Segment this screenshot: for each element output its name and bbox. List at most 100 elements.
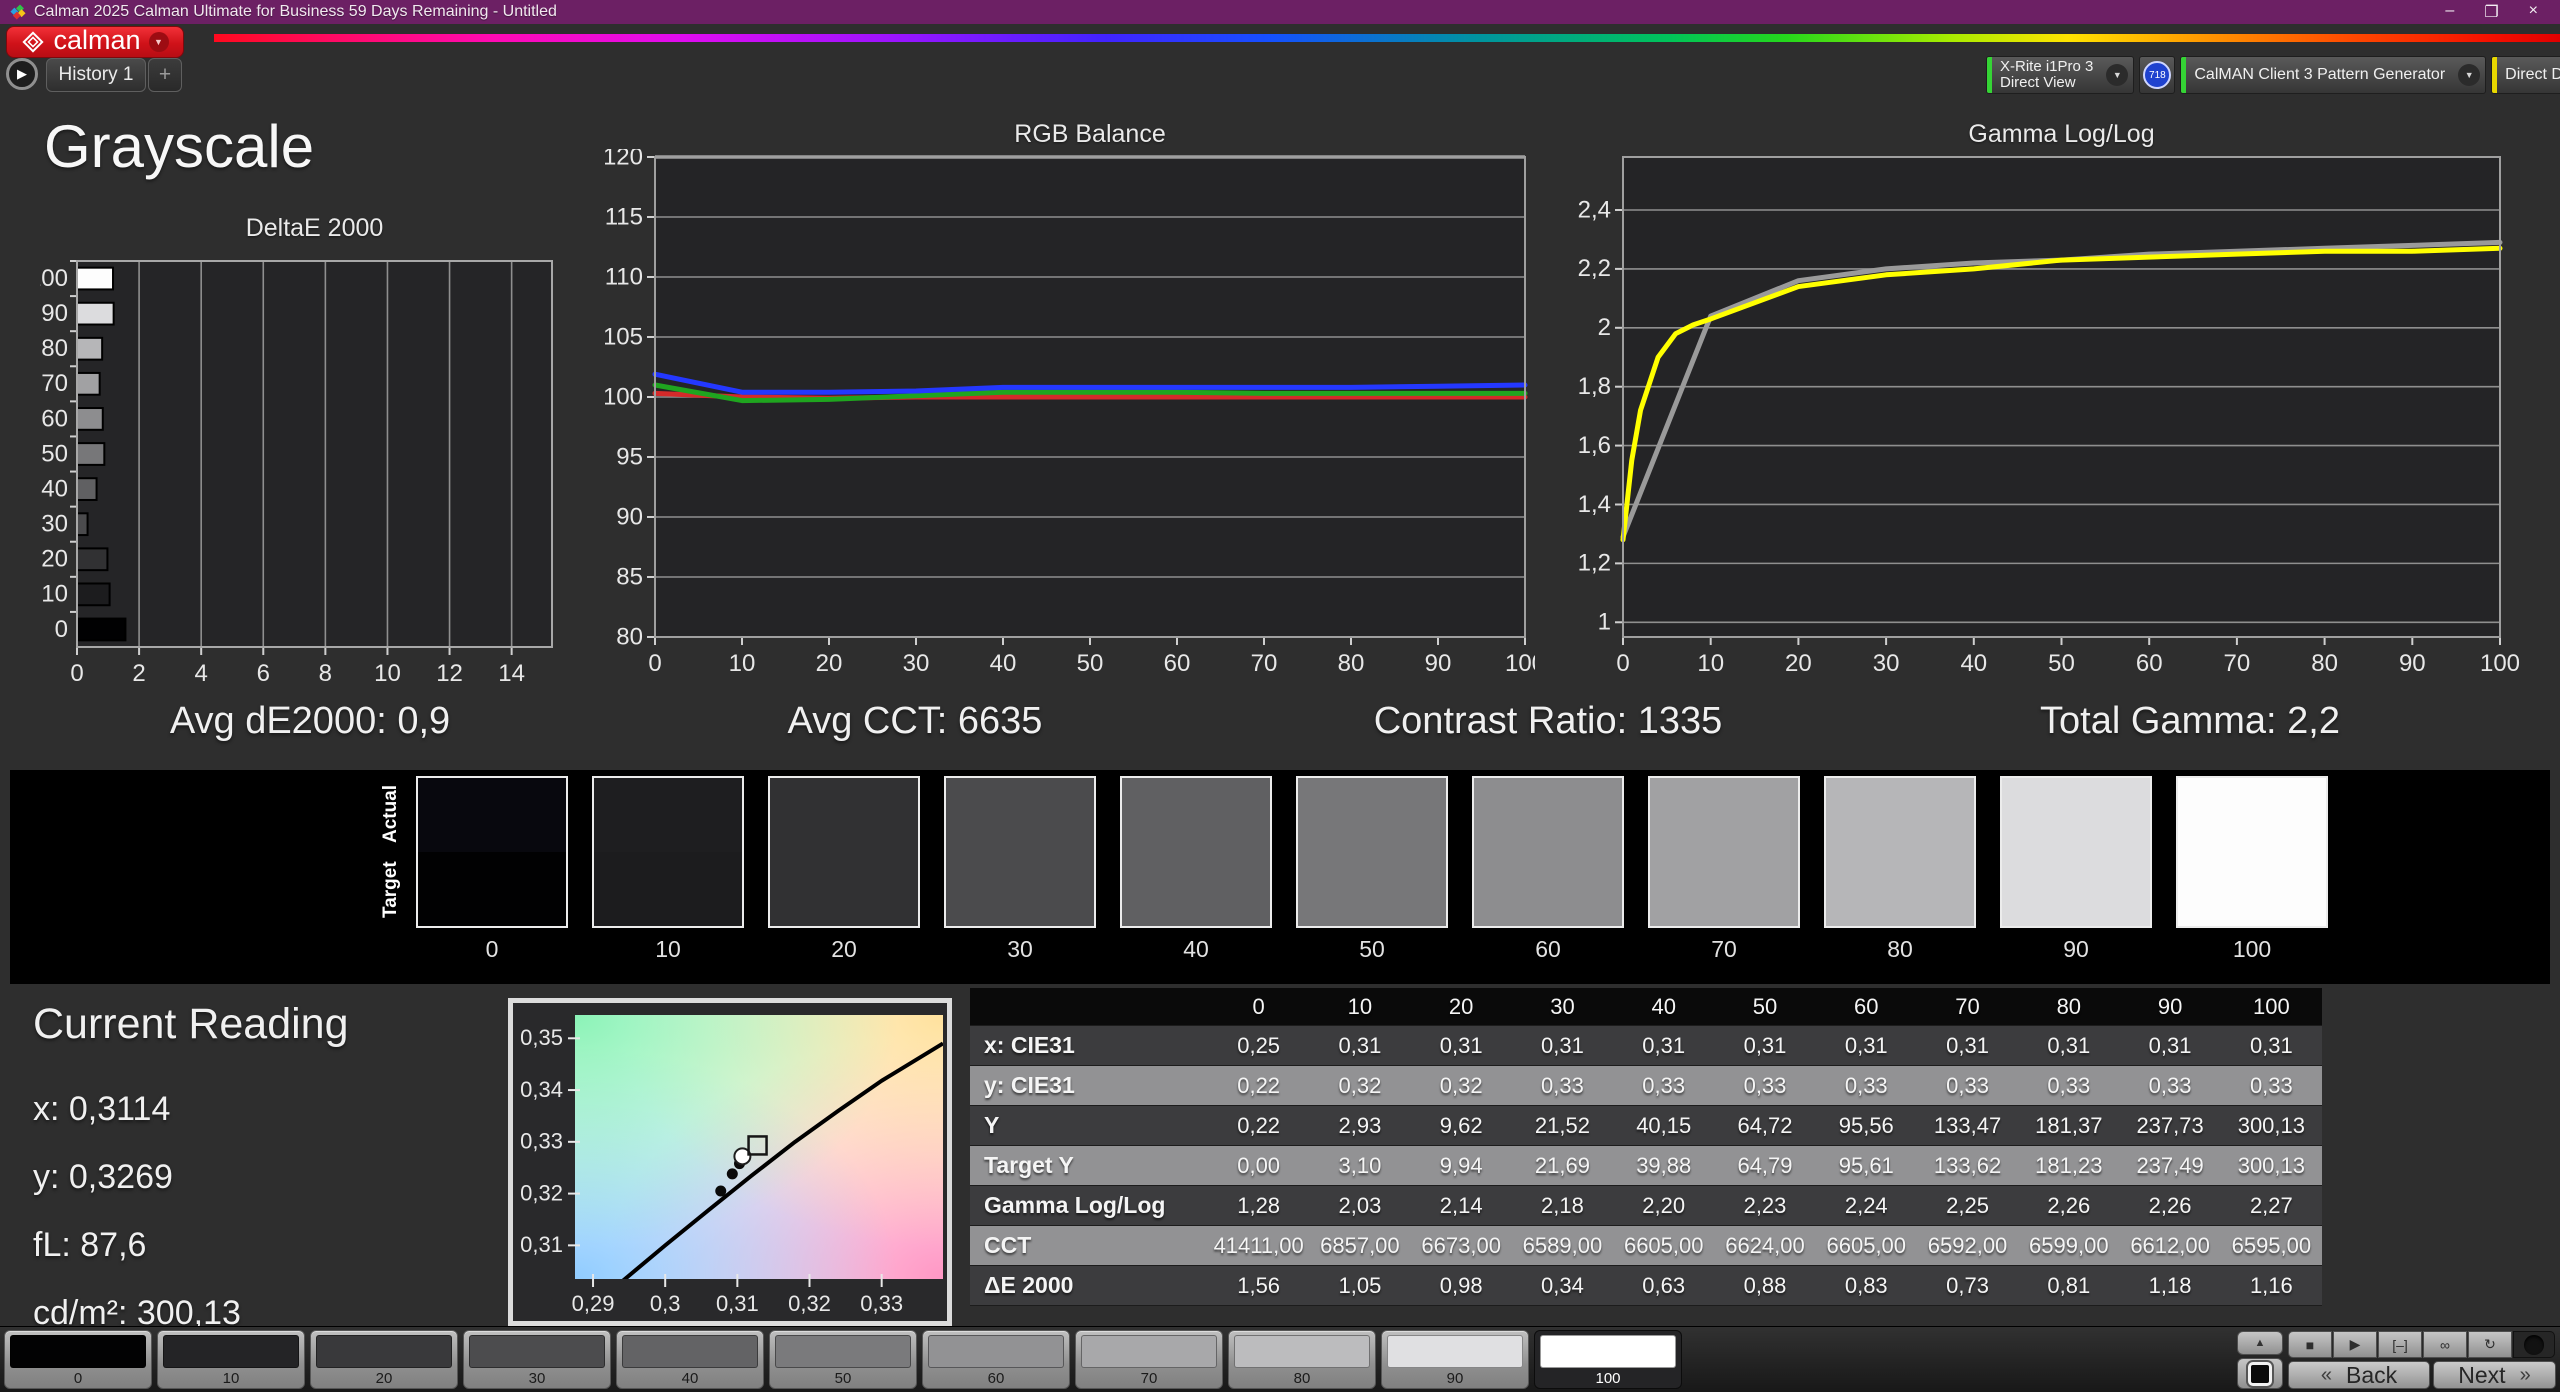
refresh-button[interactable]: ↻ [2468, 1331, 2512, 1358]
svg-text:60: 60 [2136, 650, 2163, 677]
status-led-well [2513, 1331, 2555, 1358]
svg-text:80: 80 [616, 623, 643, 650]
deltae-chart: DeltaE 2000 0246810121410090807060504030… [28, 214, 560, 694]
table-col-header-80: 80 [2018, 988, 2120, 1026]
pattern-window-button[interactable] [2237, 1358, 2283, 1389]
cie-chart-panel: 0,35 0,34 0,33 0,32 0,31 0,29 0,3 0,31 0,32 0,33 [508, 998, 952, 1326]
svg-text:20: 20 [41, 546, 68, 573]
pattern-button-70[interactable]: 70 [1075, 1330, 1223, 1389]
table-value-cell: 95,61 [1815, 1146, 1917, 1186]
maximize-button[interactable]: ❐ [2484, 2, 2498, 22]
svg-text:70: 70 [1251, 650, 1278, 677]
table-row-label: Y [970, 1106, 1208, 1146]
pattern-button-0[interactable]: 0 [4, 1330, 152, 1389]
table-value-cell: 0,33 [2220, 1066, 2322, 1106]
expand-panel-button[interactable]: ▲ [2237, 1331, 2283, 1355]
table-value-cell: 0,31 [1309, 1026, 1411, 1066]
svg-text:0,32: 0,32 [788, 1291, 831, 1316]
pattern-button-40[interactable]: 40 [616, 1330, 764, 1389]
table-row-label: CCT [970, 1226, 1208, 1266]
table-col-header-90: 90 [2119, 988, 2221, 1026]
calman-menu-button[interactable]: calman ▼ [6, 25, 184, 58]
table-value-cell: 0,63 [1613, 1266, 1715, 1306]
table-value-cell: 0,33 [1613, 1066, 1715, 1106]
table-value-cell: 0,33 [1916, 1066, 2019, 1106]
display-control-button[interactable]: Direct Display Control ▼ [2491, 56, 2560, 94]
triangle-up-icon: ▲ [2254, 1337, 2266, 1349]
current-reading-title: Current Reading [33, 1000, 349, 1048]
add-tab-button[interactable]: + [148, 58, 182, 92]
svg-text:0: 0 [648, 650, 661, 677]
table-value-cell: 0,25 [1208, 1026, 1310, 1066]
svg-text:70: 70 [2224, 650, 2251, 677]
meter-badge: 718 [2143, 61, 2172, 89]
table-value-cell: 181,23 [2018, 1146, 2120, 1186]
stop-button[interactable]: ■ [2288, 1331, 2332, 1358]
back-button[interactable]: « Back [2288, 1361, 2430, 1389]
pattern-button-100[interactable]: 100 [1534, 1330, 1682, 1389]
table-row-label: x: CIE31 [970, 1026, 1208, 1066]
table-value-cell: 1,18 [2119, 1266, 2221, 1306]
stat-avg-de2000: Avg dE2000: 0,9 [169, 700, 451, 742]
chevrons-right-icon: » [2519, 1363, 2531, 1386]
table-value-cell: 2,03 [1309, 1186, 1411, 1226]
pattern-button-60[interactable]: 60 [922, 1330, 1070, 1389]
svg-text:1,8: 1,8 [1578, 373, 1611, 400]
bottom-bar: 0 10 20 30 40 50 60 70 80 90 100 ▲ ■ ▶ [–] ∞ ↻ « Back … [0, 1326, 2560, 1392]
table-value-cell: 6589,00 [1511, 1226, 1614, 1266]
table-col-header-40: 40 [1613, 988, 1715, 1026]
meter-name: X-Rite i1Pro 3 [2000, 58, 2094, 76]
svg-text:20: 20 [816, 650, 843, 677]
table-col-header-20: 20 [1410, 988, 1512, 1026]
pattern-button-30[interactable]: 30 [463, 1330, 611, 1389]
svg-text:14: 14 [498, 660, 525, 687]
meter-button[interactable]: X-Rite i1Pro 3 Direct View ▼ [1986, 56, 2135, 94]
titlebar: Calman 2025 Calman Ultimate for Business… [0, 0, 2560, 24]
table-value-cell: 21,69 [1511, 1146, 1614, 1186]
table-value-cell: 0,22 [1208, 1106, 1310, 1146]
svg-text:6: 6 [257, 660, 270, 687]
rgb-balance-chart: RGB Balance 80 85 90 95 100 105 110 115 120 0 10 20… [603, 120, 1545, 680]
ramp-swatch-label: 20 [831, 936, 857, 962]
table-value-cell: 0,31 [2018, 1026, 2120, 1066]
table-value-cell: 6605,00 [1815, 1226, 1917, 1266]
table-value-cell: 2,23 [1714, 1186, 1816, 1226]
tab-history-1[interactable]: History 1 [46, 58, 146, 92]
step-button[interactable]: [–] [2378, 1331, 2422, 1358]
next-button[interactable]: Next » [2433, 1361, 2556, 1389]
ramp-swatch-label: 0 [485, 936, 499, 962]
pattern-button-90[interactable]: 90 [1381, 1330, 1529, 1389]
svg-text:1,2: 1,2 [1578, 550, 1611, 577]
ramp-swatch-0: 0 [416, 776, 592, 963]
svg-text:95: 95 [616, 443, 643, 470]
minimize-button[interactable]: – [2445, 2, 2454, 22]
continuous-button[interactable]: ∞ [2423, 1331, 2467, 1358]
svg-text:0,29: 0,29 [572, 1291, 615, 1316]
play-button[interactable]: ▶ [2333, 1331, 2377, 1358]
window-title: Calman 2025 Calman Ultimate for Business… [34, 3, 557, 20]
rainbow-strip [214, 34, 2560, 42]
table-value-cell: 181,37 [2018, 1106, 2120, 1146]
svg-text:0: 0 [1616, 650, 1629, 677]
svg-text:40: 40 [41, 475, 68, 502]
table-value-cell: 2,25 [1916, 1186, 2019, 1226]
table-value-cell: 6605,00 [1613, 1226, 1715, 1266]
svg-text:110: 110 [605, 263, 643, 290]
play-icon: ▶ [17, 66, 27, 81]
chevron-down-icon: ▼ [2106, 64, 2129, 86]
svg-text:2,2: 2,2 [1578, 255, 1611, 282]
pattern-button-50[interactable]: 50 [769, 1330, 917, 1389]
close-button[interactable]: × [2529, 2, 2538, 22]
svg-text:90: 90 [2399, 650, 2426, 677]
pattern-button-80[interactable]: 80 [1228, 1330, 1376, 1389]
pattern-generator-button[interactable]: CalMAN Client 3 Pattern Generator ▼ [2180, 56, 2487, 94]
table-col-header-50: 50 [1714, 988, 1816, 1026]
tab-scroll-button[interactable]: ▶ [6, 58, 38, 90]
ramp-swatch-label: 40 [1183, 936, 1209, 962]
pattern-button-20[interactable]: 20 [310, 1330, 458, 1389]
stat-avg-cct: Avg CCT: 6635 [787, 700, 1043, 742]
svg-text:10: 10 [41, 581, 68, 608]
meter-badge-button[interactable]: 718 [2139, 56, 2176, 94]
pattern-button-10[interactable]: 10 [157, 1330, 305, 1389]
svg-text:115: 115 [605, 203, 643, 230]
